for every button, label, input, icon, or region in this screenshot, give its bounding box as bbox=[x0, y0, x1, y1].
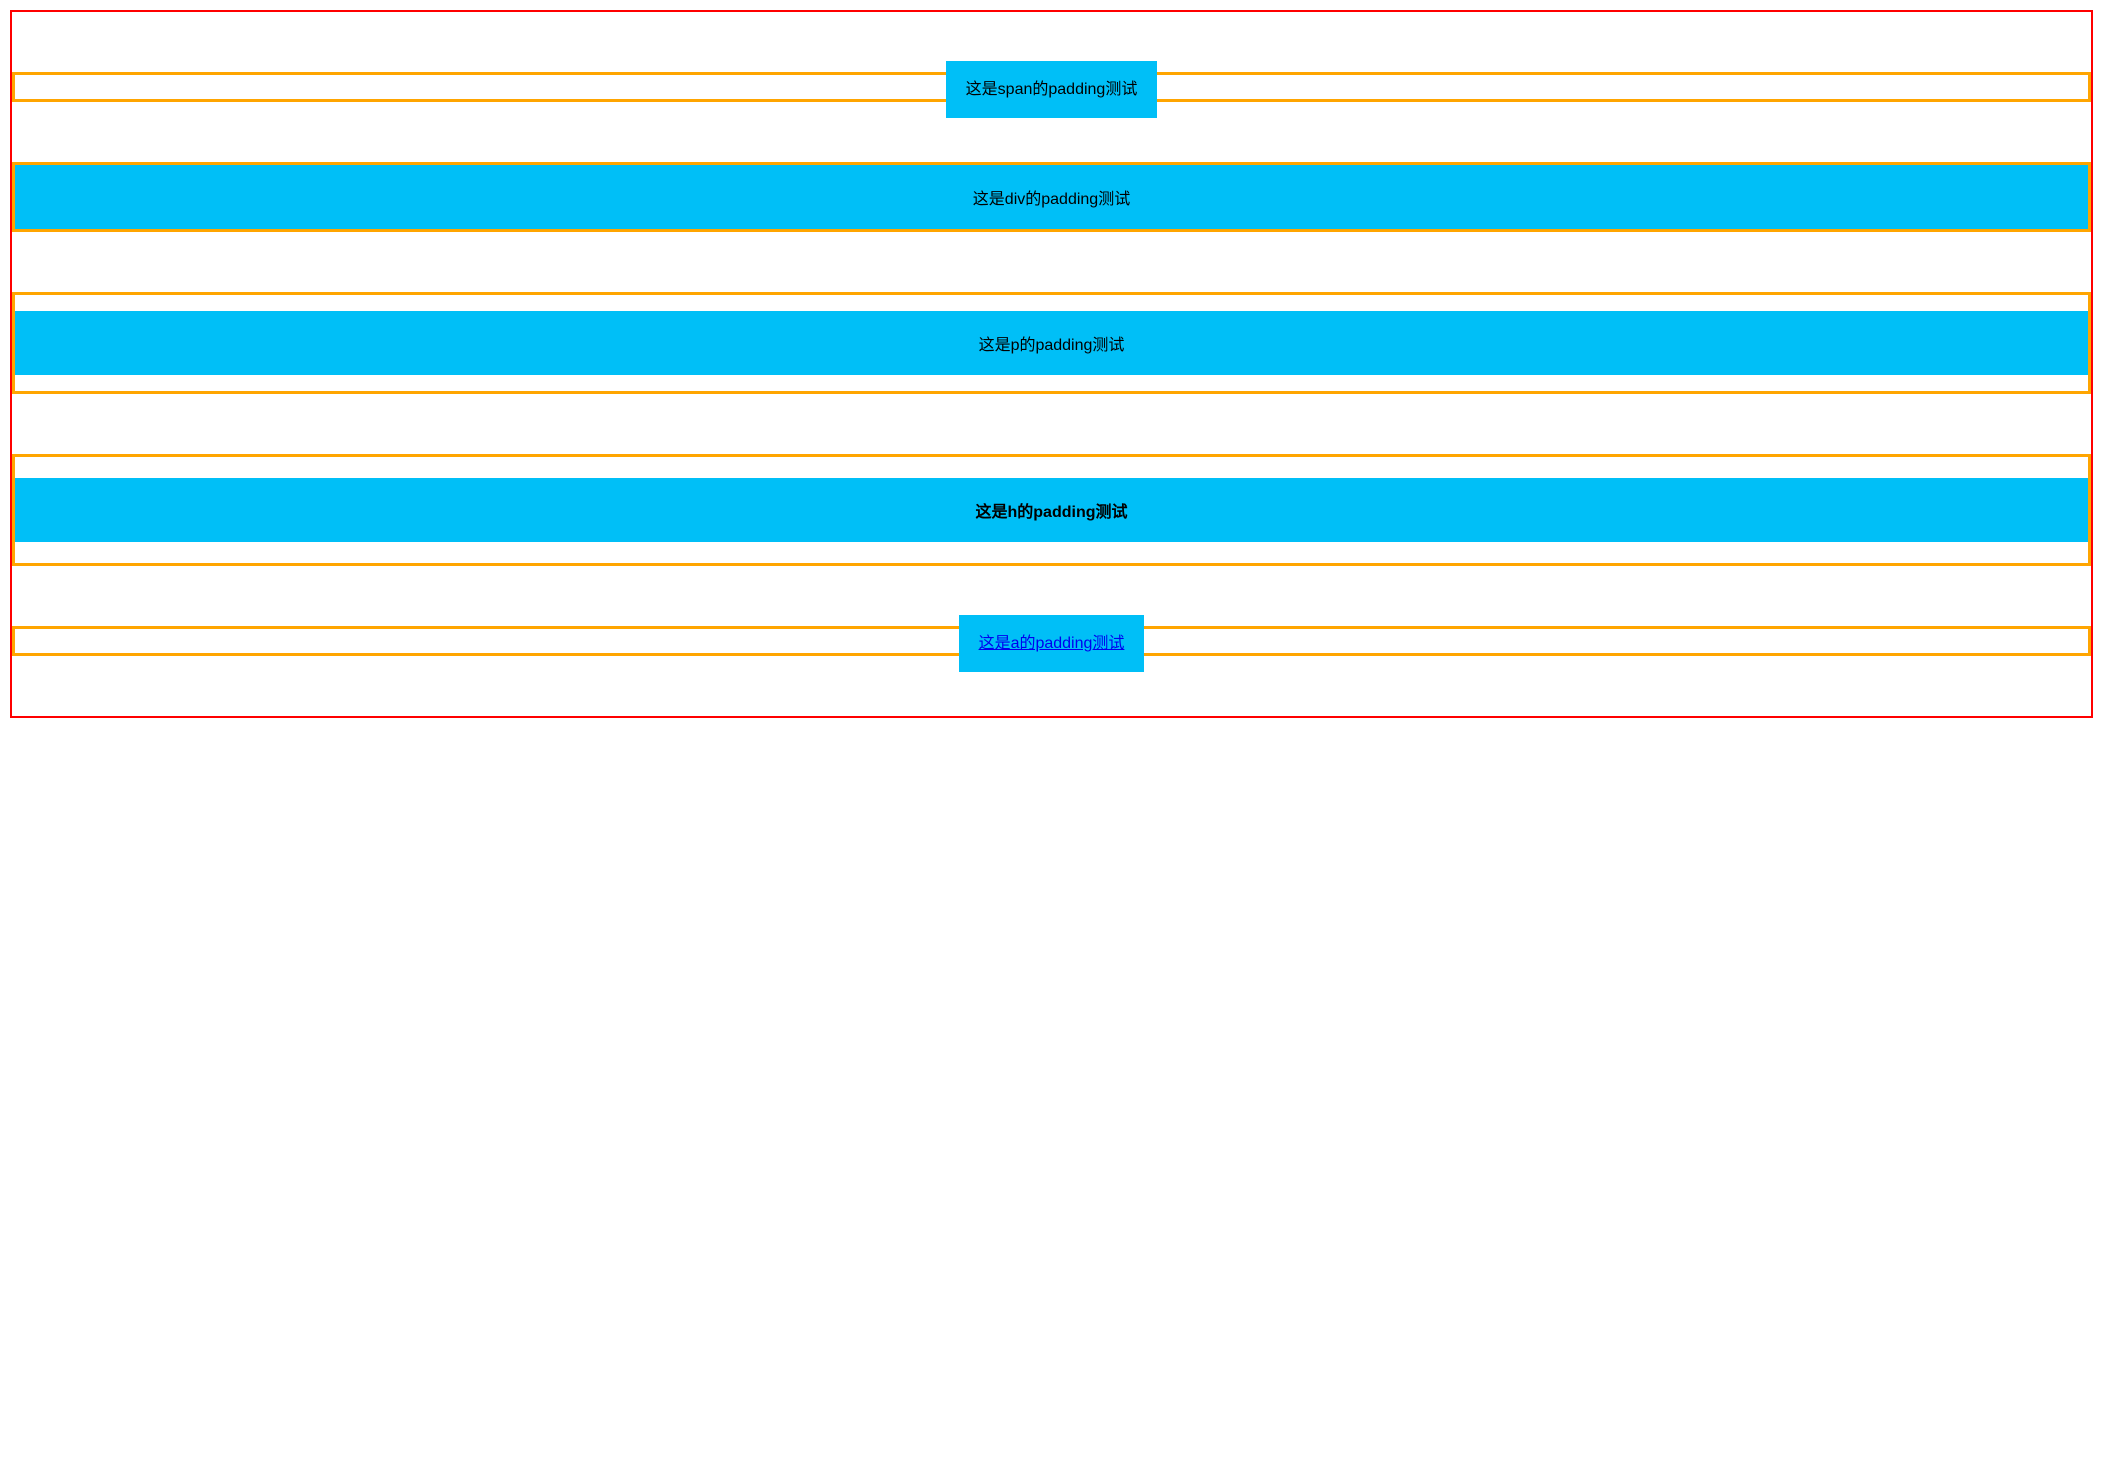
row-h: 这是h的padding测试 bbox=[12, 454, 2091, 566]
row-p: 这是p的padding测试 bbox=[12, 292, 2091, 394]
p-padding-demo: 这是p的padding测试 bbox=[15, 311, 2088, 375]
outer-container: 这是span的padding测试 这是div的padding测试 这是p的pad… bbox=[10, 10, 2093, 718]
row-div: 这是div的padding测试 bbox=[12, 162, 2091, 232]
row-a: 这是a的padding测试 bbox=[12, 626, 2091, 656]
row-span: 这是span的padding测试 bbox=[12, 72, 2091, 102]
span-padding-demo: 这是span的padding测试 bbox=[946, 61, 1158, 118]
h-padding-demo: 这是h的padding测试 bbox=[15, 478, 2088, 542]
a-padding-demo[interactable]: 这是a的padding测试 bbox=[959, 615, 1145, 672]
div-padding-demo: 这是div的padding测试 bbox=[15, 165, 2088, 229]
